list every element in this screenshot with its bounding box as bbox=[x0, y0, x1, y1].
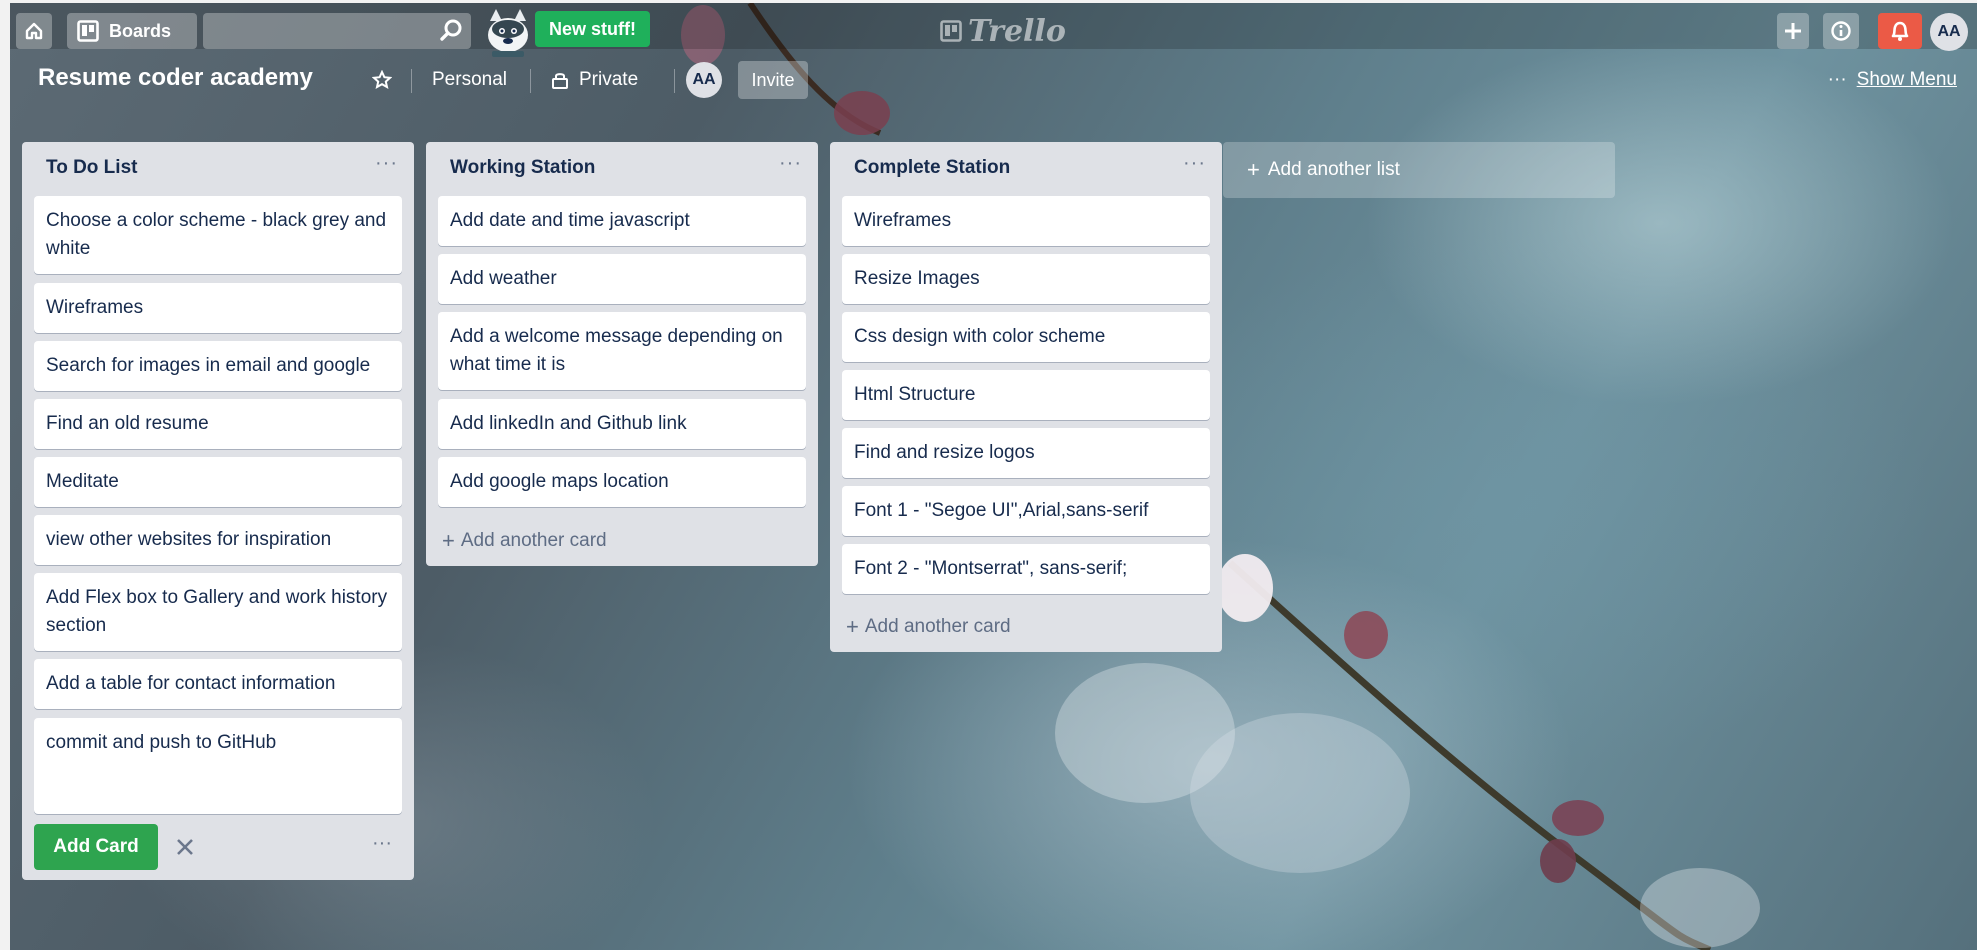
visibility-label: Private bbox=[579, 69, 639, 90]
list-menu-icon[interactable]: ··· bbox=[1183, 152, 1206, 175]
home-icon bbox=[25, 22, 43, 40]
divider bbox=[411, 69, 412, 93]
trello-logo-text: Trello bbox=[968, 13, 1066, 49]
search-box[interactable] bbox=[203, 13, 471, 51]
list-menu-icon[interactable]: ··· bbox=[375, 152, 398, 175]
list-complete: Complete Station ··· Wireframes Resize I… bbox=[830, 142, 1222, 652]
list-title[interactable]: Working Station bbox=[450, 157, 595, 179]
list-card[interactable]: Add google maps location bbox=[438, 457, 806, 507]
header-bar: Boards New stuff! Trello AA bbox=[10, 3, 1977, 57]
plus-icon: + bbox=[846, 614, 859, 639]
list-card[interactable]: Add a welcome message depending on what … bbox=[438, 312, 806, 390]
notifications-button[interactable] bbox=[1878, 13, 1922, 49]
show-menu-button[interactable]: ··· Show Menu bbox=[1828, 69, 1957, 91]
list-card[interactable]: Add linkedIn and Github link bbox=[438, 399, 806, 449]
list-card[interactable]: Choose a color scheme - black grey and w… bbox=[34, 196, 402, 274]
lock-icon bbox=[552, 73, 568, 89]
star-icon bbox=[372, 70, 392, 89]
add-list-label: Add another list bbox=[1267, 159, 1400, 180]
taco-mascot-icon[interactable] bbox=[480, 7, 536, 57]
list-card[interactable]: Wireframes bbox=[34, 283, 402, 333]
list-title[interactable]: To Do List bbox=[46, 157, 137, 179]
boards-label: Boards bbox=[109, 20, 172, 41]
info-icon bbox=[1831, 21, 1851, 41]
add-card-button[interactable]: Add Card bbox=[34, 824, 158, 870]
list-todo: To Do List ··· Choose a color scheme - b… bbox=[22, 142, 414, 880]
list-menu-icon[interactable]: ··· bbox=[779, 152, 802, 175]
list-card[interactable]: Wireframes bbox=[842, 196, 1210, 246]
list-card[interactable]: Add date and time javascript bbox=[438, 196, 806, 246]
list-card[interactable]: Css design with color scheme bbox=[842, 312, 1210, 362]
add-another-card-button[interactable]: + Add another card bbox=[846, 614, 1011, 640]
plus-icon: + bbox=[442, 528, 455, 553]
add-another-card-button[interactable]: + Add another card bbox=[442, 528, 607, 554]
divider bbox=[530, 69, 531, 93]
home-button[interactable] bbox=[16, 13, 52, 49]
list-card[interactable]: Html Structure bbox=[842, 370, 1210, 420]
boards-icon bbox=[77, 20, 99, 42]
team-button[interactable]: Personal bbox=[432, 65, 507, 95]
composer-options-icon[interactable]: ··· bbox=[372, 832, 392, 855]
create-button[interactable] bbox=[1777, 13, 1809, 49]
trello-logo[interactable]: Trello bbox=[940, 13, 1066, 49]
boards-button[interactable]: Boards bbox=[67, 13, 197, 49]
bell-icon bbox=[1891, 21, 1909, 41]
add-card-label: Add another card bbox=[460, 530, 607, 551]
divider bbox=[674, 69, 675, 93]
card-composer-textarea[interactable]: commit and push to GitHub bbox=[34, 718, 402, 814]
list-card[interactable]: Resize Images bbox=[842, 254, 1210, 304]
visibility-button[interactable]: Private bbox=[551, 65, 638, 95]
list-card[interactable]: Find and resize logos bbox=[842, 428, 1210, 478]
show-menu-label: Show Menu bbox=[1856, 69, 1957, 90]
list-working: Working Station ··· Add date and time ja… bbox=[426, 142, 818, 566]
list-card[interactable]: Search for images in email and google bbox=[34, 341, 402, 391]
list-header: To Do List ··· bbox=[22, 142, 414, 190]
plus-icon: + bbox=[1247, 157, 1260, 182]
list-card[interactable]: Meditate bbox=[34, 457, 402, 507]
new-stuff-button[interactable]: New stuff! bbox=[535, 11, 650, 47]
list-header: Complete Station ··· bbox=[830, 142, 1222, 190]
add-another-list-button[interactable]: + Add another list bbox=[1223, 142, 1615, 198]
list-card[interactable]: Add a table for contact information bbox=[34, 659, 402, 709]
star-board-button[interactable] bbox=[372, 65, 392, 95]
member-avatar[interactable]: AA bbox=[686, 62, 722, 98]
user-avatar[interactable]: AA bbox=[1930, 13, 1968, 51]
close-icon[interactable] bbox=[174, 836, 196, 858]
list-card[interactable]: Font 2 - "Montserrat", sans-serif; bbox=[842, 544, 1210, 594]
add-card-label: Add another card bbox=[864, 616, 1011, 637]
list-header: Working Station ··· bbox=[426, 142, 818, 190]
list-title[interactable]: Complete Station bbox=[854, 157, 1010, 179]
info-button[interactable] bbox=[1823, 13, 1859, 49]
list-card[interactable]: view other websites for inspiration bbox=[34, 515, 402, 565]
search-input[interactable] bbox=[203, 13, 440, 51]
list-card[interactable]: Font 1 - "Segoe UI",Arial,sans-serif bbox=[842, 486, 1210, 536]
more-dots-icon: ··· bbox=[1827, 69, 1847, 90]
list-card[interactable]: Add Flex box to Gallery and work history… bbox=[34, 573, 402, 651]
list-card[interactable]: Add weather bbox=[438, 254, 806, 304]
list-card[interactable]: Find an old resume bbox=[34, 399, 402, 449]
board-title[interactable]: Resume coder academy bbox=[38, 64, 313, 92]
invite-button[interactable]: Invite bbox=[738, 61, 808, 99]
trello-logo-icon bbox=[940, 20, 962, 42]
plus-icon bbox=[1785, 23, 1801, 39]
board-header: Resume coder academy Personal Private AA… bbox=[10, 55, 1977, 103]
